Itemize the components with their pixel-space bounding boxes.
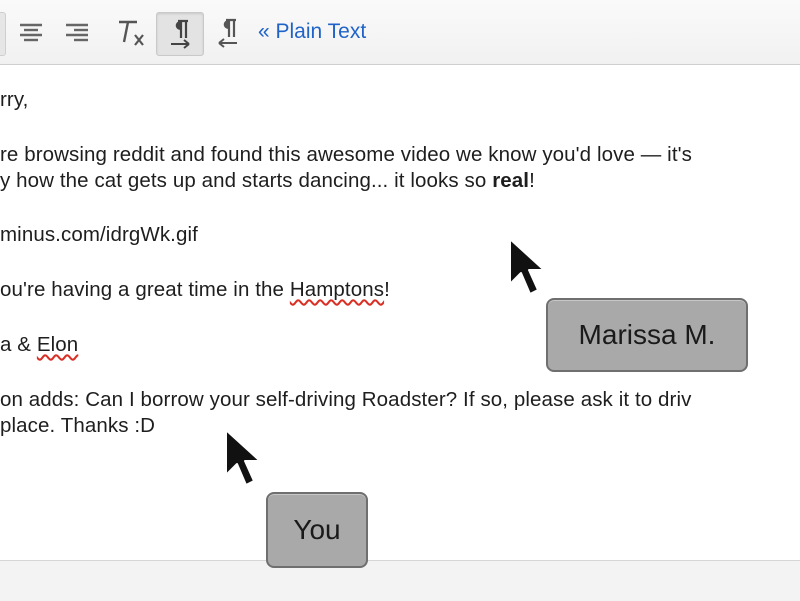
body-text: Roadster	[361, 388, 446, 411]
align-center-button[interactable]	[14, 12, 48, 54]
body-line-1: re browsing reddit and found this awesom…	[0, 143, 692, 167]
body-text: a &	[0, 333, 37, 356]
body-text: on adds: Can I borrow your self-driving	[0, 388, 362, 411]
align-center-icon	[20, 23, 42, 42]
align-right-icon	[66, 23, 88, 42]
remove-formatting-icon	[119, 20, 144, 46]
body-line-2: y how the cat gets up and starts dancing…	[0, 169, 535, 193]
body-text: !	[384, 278, 390, 301]
wish-line: ou're having a great time in the Hampton…	[0, 278, 390, 302]
misspelled-word[interactable]: Elon	[37, 333, 78, 356]
misspelled-word[interactable]: Hamptons	[290, 278, 384, 301]
greeting-line: rry,	[0, 88, 28, 112]
link-line: minus.com/idrgWk.gif	[0, 223, 198, 247]
plain-text-link[interactable]: « Plain Text	[258, 20, 366, 44]
collaborator-name: You	[293, 514, 341, 545]
ps-line-1: on adds: Can I borrow your self-driving …	[0, 388, 691, 412]
ltr-text-icon	[171, 19, 190, 49]
remove-formatting-button[interactable]	[110, 12, 150, 54]
signature-line: a & Elon	[0, 333, 78, 357]
collaborator-name: Marissa M.	[578, 319, 716, 350]
body-text: !	[529, 169, 535, 192]
collaborator-badge-you: You	[266, 492, 368, 568]
toolbar-partial-button[interactable]	[0, 12, 6, 56]
body-text: re browsing reddit and found this awesom…	[0, 143, 692, 166]
rtl-text-button[interactable]	[210, 12, 246, 54]
compose-footer	[0, 560, 800, 601]
body-text: y how the cat gets up and starts dancing…	[0, 169, 493, 192]
marissa-cursor-icon	[509, 238, 545, 295]
formatting-toolbar: « Plain Text	[0, 0, 800, 65]
bold-text: real	[492, 169, 530, 192]
rtl-text-icon	[218, 18, 237, 48]
align-right-button[interactable]	[60, 12, 94, 54]
body-text: ? If so, please ask it to driv	[445, 388, 692, 411]
collaborator-badge-marissa: Marissa M.	[546, 298, 748, 372]
greeting-text: rry,	[0, 88, 29, 111]
body-text: ou're having a great time in the	[0, 278, 290, 301]
ltr-text-button[interactable]	[156, 12, 204, 56]
gif-link-text[interactable]: minus.com/idrgWk.gif	[0, 223, 198, 246]
body-text: place. Thanks :D	[0, 414, 156, 437]
your-cursor-icon	[225, 429, 261, 486]
ps-line-2: place. Thanks :D	[0, 414, 155, 438]
